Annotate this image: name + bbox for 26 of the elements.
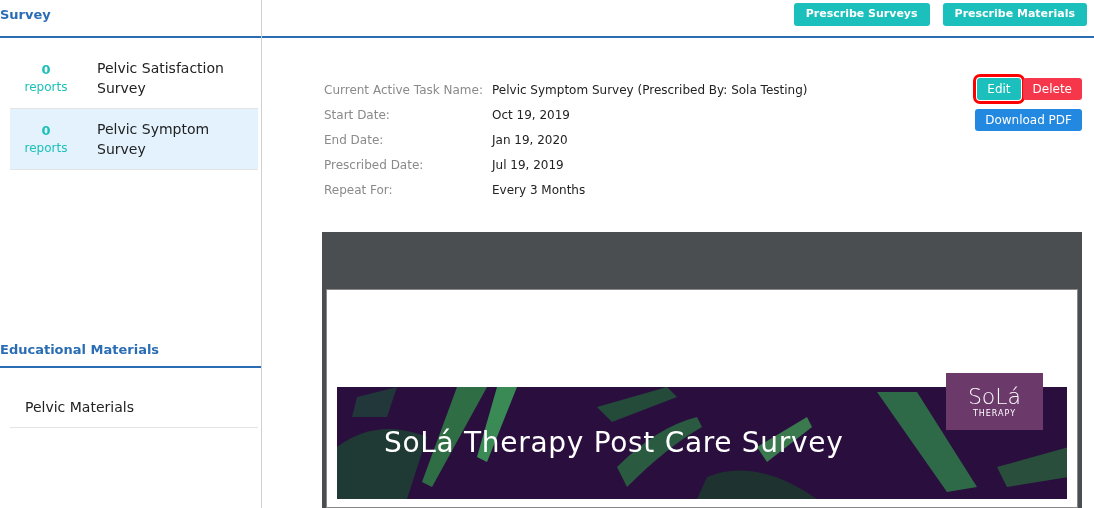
survey-list-item[interactable]: 0 reports Pelvic Symptom Survey [10,109,258,170]
detail-value: Every 3 Months [492,182,586,199]
detail-label: Prescribed Date: [324,157,425,174]
section-heading: Educational Materials [0,341,160,359]
detail-value: Jan 19, 2020 [492,132,568,149]
survey-name: Pelvic Symptom Survey [97,120,211,159]
section-heading: Survey [0,6,51,24]
detail-value: Oct 19, 2019 [492,107,570,124]
logo-tagline: THERAPY [972,408,1017,419]
report-count-label: reports [24,79,68,95]
detail-value: Pelvic Symptom Survey (Prescribed By: Sola Testing) [492,82,808,99]
prescribe-button[interactable]: Prescribe Surveys [793,3,930,26]
report-count: 0 [41,61,51,79]
survey-name: Pelvic Satisfaction Survey [97,59,225,98]
download-pdf-button[interactable]: Download PDF [975,109,1082,131]
detail-label: Current Active Task Name: [324,82,484,99]
banner-title: SoLá Therapy Post Care Survey [384,425,844,461]
logo-name: SoLá [967,384,1022,409]
report-count-label: reports [24,140,68,156]
detail-label: End Date: [324,132,385,149]
prescribe-button[interactable]: Prescribe Materials [942,3,1087,26]
detail-label: Start Date: [324,107,391,124]
delete-button[interactable]: Delete [1022,78,1082,100]
report-count: 0 [41,122,51,140]
detail-value: Jul 19, 2019 [492,157,564,174]
detail-label: Repeat For: [324,182,394,199]
